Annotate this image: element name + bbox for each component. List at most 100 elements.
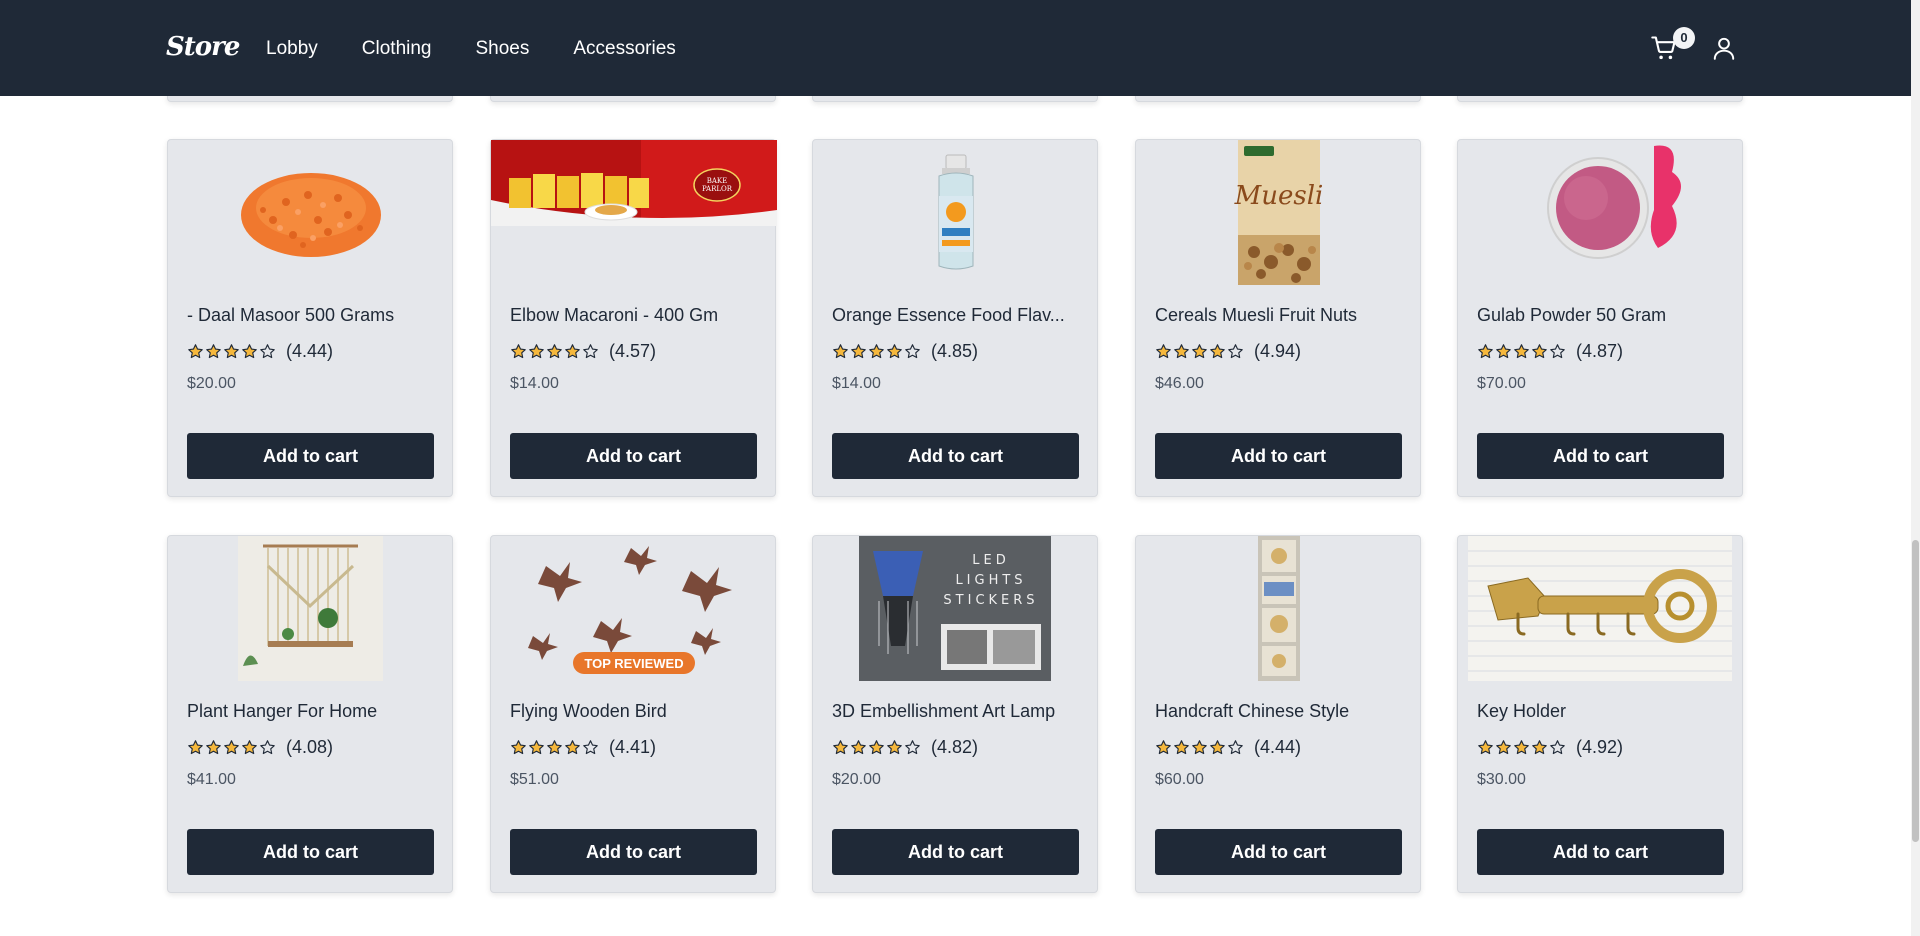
product-price: $14.00 <box>832 375 881 392</box>
star-empty-icon <box>583 344 598 359</box>
add-to-cart-button[interactable]: Add to cart <box>510 829 757 875</box>
svg-text:Muesli: Muesli <box>1234 181 1324 211</box>
star-filled-icon <box>851 344 866 359</box>
add-to-cart-button[interactable]: Add to cart <box>832 829 1079 875</box>
star-filled-icon <box>242 344 257 359</box>
add-to-cart-button[interactable]: Add to cart <box>187 829 434 875</box>
product-image[interactable] <box>1458 140 1744 285</box>
star-filled-icon <box>224 740 239 755</box>
product-rating: (4.41) <box>510 737 656 758</box>
rating-stars <box>187 739 276 756</box>
star-filled-icon <box>242 740 257 755</box>
star-filled-icon <box>887 344 902 359</box>
product-image[interactable] <box>168 536 454 681</box>
product-name[interactable]: - Daal Masoor 500 Grams <box>187 305 437 326</box>
rating-stars <box>1155 343 1244 360</box>
star-filled-icon <box>206 740 221 755</box>
product-image[interactable] <box>1136 536 1422 681</box>
svg-text:TOP REVIEWED: TOP REVIEWED <box>584 656 683 671</box>
product-name[interactable]: Handcraft Chinese Style <box>1155 701 1405 722</box>
cart-count-badge: 0 <box>1673 27 1695 49</box>
product-price: $30.00 <box>1477 771 1526 788</box>
svg-text:STICKERS: STICKERS <box>943 593 1038 608</box>
product-card[interactable]: TOP REVIEWED Flying Wooden Bird (4.41) $… <box>490 535 776 893</box>
product-name[interactable]: Plant Hanger For Home <box>187 701 437 722</box>
star-filled-icon <box>1478 344 1493 359</box>
product-card[interactable]: - Daal Masoor 500 Grams (4.44) $20.00 Ad… <box>167 139 453 497</box>
product-price: $46.00 <box>1155 375 1204 392</box>
rating-value: (4.08) <box>286 737 334 757</box>
add-to-cart-button[interactable]: Add to cart <box>1477 433 1724 479</box>
add-to-cart-button[interactable]: Add to cart <box>187 433 434 479</box>
star-empty-icon <box>260 344 275 359</box>
product-rating: (4.44) <box>1155 737 1301 758</box>
star-filled-icon <box>565 344 580 359</box>
brand-logo[interactable]: Store <box>166 32 240 62</box>
product-image[interactable] <box>1458 536 1744 681</box>
star-filled-icon <box>887 740 902 755</box>
star-filled-icon <box>188 740 203 755</box>
product-name[interactable]: Key Holder <box>1477 701 1727 722</box>
product-name[interactable]: Orange Essence Food Flav... <box>832 305 1082 326</box>
rating-value: (4.82) <box>931 737 979 757</box>
star-filled-icon <box>565 740 580 755</box>
star-empty-icon <box>1228 344 1243 359</box>
add-to-cart-button[interactable]: Add to cart <box>832 433 1079 479</box>
product-name[interactable]: Gulab Powder 50 Gram <box>1477 305 1727 326</box>
product-rating: (4.08) <box>187 737 333 758</box>
star-filled-icon <box>869 344 884 359</box>
star-filled-icon <box>1210 740 1225 755</box>
product-card[interactable]: LED LIGHTS STICKERS 3D Embellishment Art… <box>812 535 1098 893</box>
product-name[interactable]: Flying Wooden Bird <box>510 701 760 722</box>
star-filled-icon <box>1514 740 1529 755</box>
product-price: $14.00 <box>510 375 559 392</box>
top-navbar: Store Lobby Clothing Shoes Accessories 0 <box>0 0 1911 96</box>
product-image[interactable]: Muesli <box>1136 140 1422 285</box>
star-filled-icon <box>1514 344 1529 359</box>
star-empty-icon <box>1550 740 1565 755</box>
rating-stars <box>510 343 599 360</box>
product-rating: (4.85) <box>832 341 978 362</box>
product-image[interactable]: LED LIGHTS STICKERS <box>813 536 1099 681</box>
product-rating: (4.44) <box>187 341 333 362</box>
scrollbar-thumb[interactable] <box>1912 540 1919 842</box>
product-card[interactable]: Plant Hanger For Home (4.08) $41.00 Add … <box>167 535 453 893</box>
product-card[interactable]: Handcraft Chinese Style (4.44) $60.00 Ad… <box>1135 535 1421 893</box>
add-to-cart-button[interactable]: Add to cart <box>1477 829 1724 875</box>
svg-text:PARLOR: PARLOR <box>702 185 733 193</box>
star-filled-icon <box>224 344 239 359</box>
add-to-cart-button[interactable]: Add to cart <box>1155 829 1402 875</box>
product-rating: (4.57) <box>510 341 656 362</box>
product-rating: (4.92) <box>1477 737 1623 758</box>
star-empty-icon <box>260 740 275 755</box>
product-image[interactable]: TOP REVIEWED <box>491 536 777 681</box>
product-image[interactable] <box>813 140 1099 285</box>
product-card[interactable]: Gulab Powder 50 Gram (4.87) $70.00 Add t… <box>1457 139 1743 497</box>
rating-value: (4.94) <box>1254 341 1302 361</box>
star-filled-icon <box>869 740 884 755</box>
star-filled-icon <box>511 740 526 755</box>
nav-accessories[interactable]: Accessories <box>573 38 675 60</box>
product-image[interactable] <box>168 140 454 285</box>
add-to-cart-button[interactable]: Add to cart <box>1155 433 1402 479</box>
product-card[interactable]: Orange Essence Food Flav... (4.85) $14.0… <box>812 139 1098 497</box>
product-image[interactable]: BAKE PARLOR <box>491 140 777 285</box>
product-card[interactable]: Muesli Cereals Muesli Fruit Nuts (4.94) … <box>1135 139 1421 497</box>
add-to-cart-button[interactable]: Add to cart <box>510 433 757 479</box>
star-filled-icon <box>851 740 866 755</box>
product-price: $70.00 <box>1477 375 1526 392</box>
product-card[interactable]: Key Holder (4.92) $30.00 Add to cart <box>1457 535 1743 893</box>
nav-shoes[interactable]: Shoes <box>476 38 530 60</box>
nav-lobby[interactable]: Lobby <box>266 38 318 60</box>
star-filled-icon <box>1192 740 1207 755</box>
star-filled-icon <box>1210 344 1225 359</box>
product-name[interactable]: Elbow Macaroni - 400 Gm <box>510 305 760 326</box>
product-rating: (4.94) <box>1155 341 1301 362</box>
user-icon[interactable] <box>1711 34 1737 62</box>
product-name[interactable]: 3D Embellishment Art Lamp <box>832 701 1082 722</box>
nav-clothing[interactable]: Clothing <box>362 38 432 60</box>
star-filled-icon <box>1532 740 1547 755</box>
product-name[interactable]: Cereals Muesli Fruit Nuts <box>1155 305 1405 326</box>
product-card[interactable]: BAKE PARLOR Elbow Macaroni - 400 Gm (4.5… <box>490 139 777 497</box>
star-filled-icon <box>1192 344 1207 359</box>
